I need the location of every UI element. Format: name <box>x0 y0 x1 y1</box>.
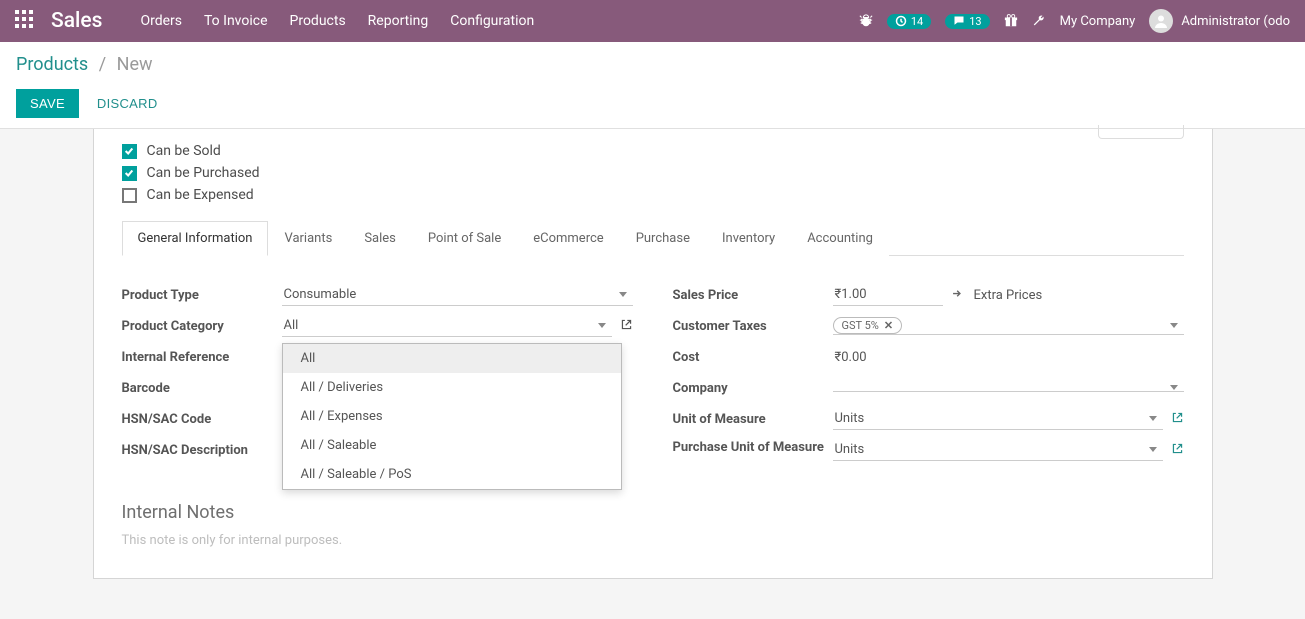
breadcrumb: Products / New <box>16 54 1289 75</box>
internal-notes-title: Internal Notes <box>122 502 1184 523</box>
tax-tag: GST 5% ✕ <box>833 317 903 334</box>
dropdown-option[interactable]: All / Saleable / PoS <box>283 460 621 489</box>
caret-down-icon <box>1149 447 1157 452</box>
product-category-label: Product Category <box>122 319 282 334</box>
can-be-expensed-checkbox[interactable] <box>122 188 137 203</box>
dropdown-option[interactable]: All <box>283 344 621 373</box>
menu-configuration[interactable]: Configuration <box>450 13 534 29</box>
company-switcher[interactable]: My Company <box>1060 14 1136 29</box>
arrow-right-icon <box>951 288 962 303</box>
discard-button[interactable]: DISCARD <box>97 96 158 111</box>
product-type-select[interactable]: Consumable <box>282 284 633 306</box>
company-label: Company <box>673 381 833 396</box>
sales-price-value: ₹1.00 <box>833 284 943 305</box>
can-be-expensed-label: Can be Expensed <box>147 187 254 203</box>
nav-menu: Orders To Invoice Products Reporting Con… <box>140 13 534 29</box>
can-be-purchased-checkbox[interactable] <box>122 166 137 181</box>
barcode-label: Barcode <box>122 381 282 396</box>
external-link-icon[interactable] <box>1171 442 1184 459</box>
chat-badge-count: 13 <box>969 15 981 28</box>
caret-down-icon <box>1149 416 1157 421</box>
toolbar-area: Products / New SAVE DISCARD <box>0 42 1305 129</box>
cost-field[interactable]: ₹0.00 <box>833 347 1184 368</box>
caret-down-icon <box>619 292 627 297</box>
hsn-sac-desc-label: HSN/SAC Description <box>122 443 282 458</box>
tax-tag-label: GST 5% <box>842 319 879 332</box>
dropdown-option[interactable]: All / Deliveries <box>283 373 621 402</box>
product-category-dropdown: All All / Deliveries All / Expenses All … <box>282 343 622 490</box>
breadcrumb-current: New <box>117 54 153 75</box>
wrench-icon[interactable] <box>1032 14 1046 28</box>
tabs: General Information Variants Sales Point… <box>122 221 1184 256</box>
menu-orders[interactable]: Orders <box>140 13 182 29</box>
customer-taxes-label: Customer Taxes <box>673 319 833 334</box>
caret-down-icon <box>598 323 606 328</box>
clock-badge-count: 14 <box>911 15 923 28</box>
caret-down-icon <box>1170 323 1178 328</box>
breadcrumb-parent[interactable]: Products <box>16 54 88 75</box>
left-column: Product Type Consumable Product Category… <box>122 284 633 470</box>
extra-prices-link[interactable]: Extra Prices <box>974 288 1043 303</box>
tab-point-of-sale[interactable]: Point of Sale <box>412 221 517 256</box>
can-be-purchased-label: Can be Purchased <box>147 165 260 181</box>
apps-icon[interactable] <box>15 10 33 32</box>
form-sheet: Can be Sold Can be Purchased Can be Expe… <box>93 129 1213 579</box>
menu-products[interactable]: Products <box>290 13 346 29</box>
bug-icon[interactable] <box>859 14 873 28</box>
right-column: Sales Price ₹1.00 Extra Prices Customer … <box>673 284 1184 470</box>
save-button[interactable]: SAVE <box>16 89 79 118</box>
top-navbar: Sales Orders To Invoice Products Reporti… <box>0 0 1305 42</box>
avatar <box>1149 9 1173 33</box>
external-link-icon[interactable] <box>620 318 633 335</box>
menu-to-invoice[interactable]: To Invoice <box>204 13 268 29</box>
purchase-uom-value: Units <box>833 439 1143 460</box>
dropdown-option[interactable]: All / Expenses <box>283 402 621 431</box>
tab-inventory[interactable]: Inventory <box>706 221 791 256</box>
user-menu[interactable]: Administrator (odo <box>1149 9 1290 33</box>
company-select[interactable] <box>833 385 1184 392</box>
user-name: Administrator (odo <box>1181 14 1290 29</box>
sales-price-label: Sales Price <box>673 288 833 303</box>
chat-badge[interactable]: 13 <box>945 14 989 29</box>
uom-value: Units <box>833 408 1143 429</box>
tab-general-information[interactable]: General Information <box>122 221 269 256</box>
can-be-sold-label: Can be Sold <box>147 143 221 159</box>
product-category-select[interactable]: All All All / Deliveries All / Expenses … <box>282 315 612 337</box>
purchase-uom-label: Purchase Unit of Measure <box>673 439 833 457</box>
product-image-box[interactable] <box>1098 125 1184 139</box>
internal-notes-placeholder[interactable]: This note is only for internal purposes. <box>122 533 1184 548</box>
gift-icon[interactable] <box>1004 14 1018 28</box>
customer-taxes-field[interactable]: GST 5% ✕ <box>833 317 1184 335</box>
menu-reporting[interactable]: Reporting <box>368 13 429 29</box>
product-type-label: Product Type <box>122 288 282 303</box>
tab-sales[interactable]: Sales <box>348 221 412 256</box>
caret-down-icon <box>1170 385 1178 390</box>
product-category-value: All <box>282 315 592 336</box>
external-link-icon[interactable] <box>1171 411 1184 428</box>
tab-accounting[interactable]: Accounting <box>791 221 889 256</box>
purchase-uom-select[interactable]: Units <box>833 439 1163 461</box>
cost-value: ₹0.00 <box>833 347 1184 368</box>
internal-reference-label: Internal Reference <box>122 350 282 365</box>
tab-ecommerce[interactable]: eCommerce <box>517 221 619 256</box>
uom-label: Unit of Measure <box>673 412 833 427</box>
dropdown-option[interactable]: All / Saleable <box>283 431 621 460</box>
uom-select[interactable]: Units <box>833 408 1163 430</box>
clock-badge[interactable]: 14 <box>887 14 931 29</box>
tab-variants[interactable]: Variants <box>268 221 348 256</box>
hsn-sac-code-label: HSN/SAC Code <box>122 412 282 427</box>
app-brand[interactable]: Sales <box>51 9 102 33</box>
tab-purchase[interactable]: Purchase <box>620 221 706 256</box>
tag-remove-icon[interactable]: ✕ <box>884 319 893 332</box>
cost-label: Cost <box>673 350 833 365</box>
product-type-value: Consumable <box>282 284 613 305</box>
can-be-sold-checkbox[interactable] <box>122 144 137 159</box>
sales-price-field[interactable]: ₹1.00 <box>833 284 943 306</box>
